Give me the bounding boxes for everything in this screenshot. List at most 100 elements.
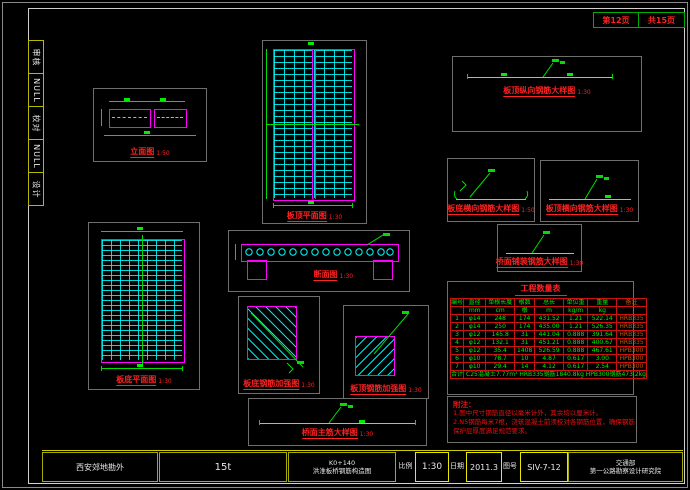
dimension-tick bbox=[182, 366, 183, 371]
quantity-table-title: 工程数量表 bbox=[515, 283, 567, 296]
table-cell: 248 bbox=[486, 315, 515, 323]
cad-sheet: 第12页 共15页 审核NULL校对NULL设计 立面图1:50 板 bbox=[0, 0, 690, 490]
date-value: 2011.3 bbox=[466, 452, 502, 482]
figure-section: 断面图1:30 bbox=[228, 230, 410, 292]
figure-bottom-trans-bar: 板底横向钢筋大样图1:50 bbox=[447, 158, 535, 222]
table-row: 4φ12132.131451.210.888400.67HRB335 bbox=[451, 339, 647, 347]
table-row: 6φ1078.7104.870.6173.00HPB300 bbox=[451, 355, 647, 363]
table-cell: 单位重 bbox=[563, 299, 587, 307]
rebar-line bbox=[112, 117, 147, 118]
table-cell: 31 bbox=[515, 331, 535, 339]
slab-outline bbox=[109, 109, 151, 128]
scale-value: 1:30 bbox=[415, 452, 449, 482]
quantity-table: 工程数量表 编号直径单根长度根数总长单位重重量备注mmcm根mkg/mkg1φ1… bbox=[447, 281, 634, 395]
titlebar-load: 15t bbox=[159, 452, 287, 482]
station: K0+140 bbox=[329, 459, 355, 467]
table-cell: 4.87 bbox=[535, 355, 564, 363]
table-cell: 1 bbox=[451, 315, 464, 323]
table-cell: φ14 bbox=[464, 315, 486, 323]
sidebar-item: NULL bbox=[28, 73, 44, 107]
rebar-line bbox=[157, 117, 183, 118]
figure-caption: 板顶横向钢筋大样图1:30 bbox=[546, 203, 633, 214]
table-row: mmcm根mkg/mkg bbox=[451, 307, 647, 315]
dimension-text-mark bbox=[137, 227, 143, 230]
table-cell: 2.54 bbox=[588, 363, 617, 371]
table-row: 5φ1235.41408526.590.888467.61HPB300 bbox=[451, 347, 647, 355]
table-cell: 174 bbox=[515, 323, 535, 331]
note-line: 1.图中尺寸钢筋直径以毫米计外，其余均以厘米计。 bbox=[453, 409, 636, 418]
titlebar-owner: 西安郊地勘外 bbox=[42, 452, 158, 482]
bar-end-tick bbox=[612, 74, 613, 79]
bar-hooks-and-leader bbox=[448, 159, 534, 203]
notes-block: 附注： 1.图中尺寸钢筋直径以毫米计外，其余均以厘米计。2.N5钢筋每米7根，浇… bbox=[447, 396, 637, 443]
dimension-text-mark bbox=[124, 98, 130, 101]
dimension-line bbox=[235, 244, 236, 260]
table-row: 1φ14248174431.521.21522.14HRB335 bbox=[451, 315, 647, 323]
titlebar-organization: 交通部 第一公路勘察设计研究院 bbox=[568, 452, 683, 482]
dimension-line bbox=[109, 101, 185, 102]
table-cell: 0.617 bbox=[563, 355, 587, 363]
drawing-no-label: 图号 bbox=[501, 452, 519, 480]
table-row: 7φ1029.4144.120.6172.54HPB300 bbox=[451, 363, 647, 371]
table-cell: 直径 bbox=[464, 299, 486, 307]
table-cell: 重量 bbox=[588, 299, 617, 307]
table-cell: HRB335 bbox=[617, 323, 647, 331]
table-cell: 174 bbox=[515, 315, 535, 323]
drawing-title: 洪淮板桥钢筋构造图 bbox=[313, 467, 372, 475]
figure-caption: 板底钢筋加强图1:30 bbox=[243, 378, 314, 389]
dimension-tick bbox=[352, 203, 353, 208]
pages-total-box: 共15页 bbox=[638, 12, 685, 28]
table-cell: 编号 bbox=[451, 299, 464, 307]
table-cell: HPB300 bbox=[617, 347, 647, 355]
table-cell: φ10 bbox=[464, 363, 486, 371]
table-cell: 5 bbox=[451, 347, 464, 355]
table-cell: 6 bbox=[451, 355, 464, 363]
dimension-line bbox=[101, 368, 183, 369]
table-cell: 145.8 bbox=[486, 331, 515, 339]
table-cell: φ12 bbox=[464, 331, 486, 339]
figure-top-reinf: 板顶钢筋加强图1:30 bbox=[343, 305, 429, 399]
table-total-value: C25混凝土7.77m³ HRB335钢筋1840.8kg HPB300钢筋47… bbox=[464, 371, 647, 379]
leader-line bbox=[359, 231, 399, 245]
table-cell: 4 bbox=[451, 339, 464, 347]
sidebar-item: 审核 bbox=[28, 40, 44, 74]
sidebar-item-label: NULL bbox=[32, 78, 41, 103]
table-cell bbox=[617, 307, 647, 315]
table-cell: mm bbox=[464, 307, 486, 315]
drawing-no-value: SIV-7-12 bbox=[520, 452, 568, 482]
figure-caption: 板顶平面图1:30 bbox=[287, 210, 342, 221]
table-cell: 14 bbox=[515, 363, 535, 371]
slab-outline bbox=[154, 109, 187, 128]
table-cell: 3 bbox=[451, 331, 464, 339]
table-cell: 10 bbox=[515, 355, 535, 363]
title-bar: 西安郊地勘外 15t K0+140 洪淮板桥钢筋构造图 比例 1:30 日期 2… bbox=[42, 450, 683, 483]
table-cell: 4.12 bbox=[535, 363, 564, 371]
table-cell: cm bbox=[486, 307, 515, 315]
sidebar-item: NULL bbox=[28, 139, 44, 173]
titlebar-drawing-title: K0+140 洪淮板桥钢筋构造图 bbox=[288, 452, 396, 482]
figure-caption: 断面图1:30 bbox=[314, 269, 353, 280]
figure-elevation: 立面图1:50 bbox=[93, 88, 207, 162]
leader-line bbox=[239, 297, 319, 377]
table-cell: 35.4 bbox=[486, 347, 515, 355]
sidebar-item: 校对 bbox=[28, 106, 44, 140]
table-cell: 根 bbox=[515, 307, 535, 315]
notes-lines: 1.图中尺寸钢筋直径以毫米计外，其余均以厘米计。2.N5钢筋每米7根，浇筑混凝土… bbox=[453, 409, 636, 436]
figure-caption: 板底横向钢筋大样图1:50 bbox=[447, 203, 534, 214]
dimension-text-mark bbox=[308, 42, 314, 45]
figure-top-long-bar: 板顶纵向钢筋大样图1:30 bbox=[452, 56, 642, 132]
table-cell: 451.21 bbox=[535, 339, 564, 347]
table-cell bbox=[451, 307, 464, 315]
table-cell: 441.04 bbox=[535, 331, 564, 339]
table-cell: 0.888 bbox=[563, 347, 587, 355]
table-cell: φ12 bbox=[464, 339, 486, 347]
sidebar-item-label: 校对 bbox=[31, 114, 42, 132]
sidebar-item-label: 设计 bbox=[31, 180, 42, 198]
table-cell: HRB335 bbox=[617, 339, 647, 347]
table-cell: 0.888 bbox=[563, 339, 587, 347]
figure-caption: 板顶钢筋加强图1:30 bbox=[350, 383, 421, 394]
table-cell: 29.4 bbox=[486, 363, 515, 371]
table-cell: φ12 bbox=[464, 347, 486, 355]
dimension-text-mark bbox=[144, 131, 150, 134]
dimension-line bbox=[266, 49, 267, 199]
